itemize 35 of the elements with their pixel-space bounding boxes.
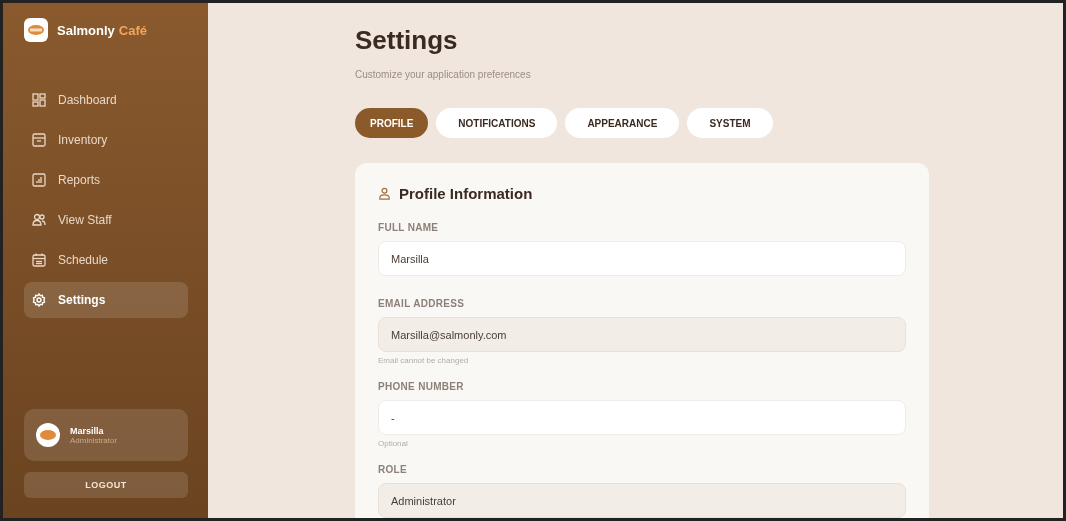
- field-label: ROLE: [378, 464, 407, 475]
- field-hint: Email cannot be changed: [378, 356, 469, 365]
- nav-item[interactable]: Reports: [24, 162, 188, 198]
- brand-name: Salmonly: [57, 22, 115, 38]
- nav-item[interactable]: View Staff: [24, 202, 188, 238]
- user-name: Marsilla: [70, 425, 105, 436]
- archive-icon: [32, 133, 46, 147]
- field-label: FULL NAME: [378, 222, 439, 233]
- tab[interactable]: APPEARANCE: [565, 108, 680, 138]
- card-title: Profile Information: [399, 185, 533, 202]
- logo-icon: [24, 18, 48, 42]
- field-label: EMAIL ADDRESS: [378, 298, 465, 309]
- input-field[interactable]: -: [378, 400, 906, 435]
- nav-item[interactable]: Dashboard: [24, 82, 188, 118]
- nav-item[interactable]: Inventory: [24, 122, 188, 158]
- settings-icon: [32, 293, 46, 307]
- page-subtitle: Customize your application preferences: [355, 69, 532, 80]
- field-hint: Optional: [378, 439, 408, 448]
- grid-icon: [32, 93, 46, 107]
- person-icon: [378, 187, 391, 200]
- user-role: Administrator: [70, 435, 118, 445]
- chart-icon: [32, 173, 46, 187]
- input-field[interactable]: Marsilla: [378, 241, 906, 276]
- tab[interactable]: PROFILE: [355, 108, 429, 138]
- users-icon: [32, 213, 46, 227]
- field-label: PHONE NUMBER: [378, 381, 464, 392]
- avatar-icon: [36, 423, 60, 447]
- calendar-icon: [32, 253, 46, 267]
- nav-item[interactable]: Schedule: [24, 242, 188, 278]
- tab[interactable]: SYSTEM: [687, 108, 773, 138]
- tab[interactable]: NOTIFICATIONS: [436, 108, 558, 138]
- brand-accent: Café: [118, 22, 147, 38]
- nav-item[interactable]: Settings: [24, 282, 188, 318]
- logout-button[interactable]: LOGOUT: [24, 472, 188, 498]
- page-title: Settings: [355, 24, 459, 57]
